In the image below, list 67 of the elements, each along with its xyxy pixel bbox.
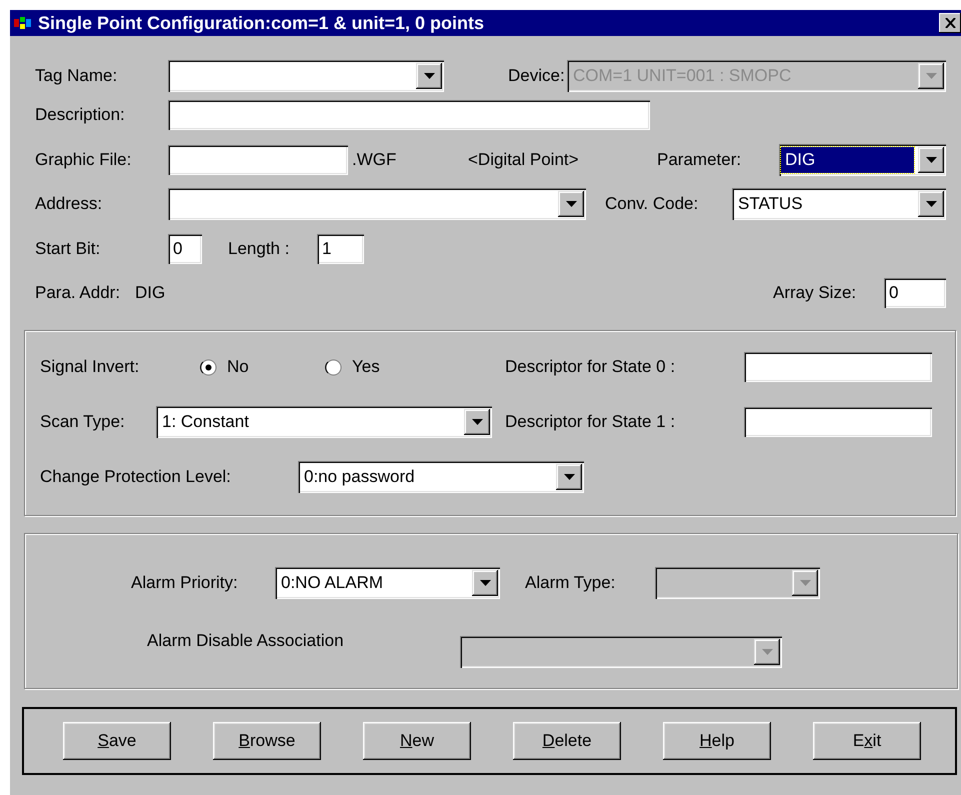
field-label: Change Protection Level: — [40, 467, 232, 487]
field-label: Address: — [35, 194, 104, 214]
field-label: Para. Addr: — [35, 283, 122, 303]
field-label: Alarm Type: — [525, 573, 616, 593]
dropdown[interactable] — [168, 188, 586, 220]
caret-icon — [762, 649, 772, 655]
action-button[interactable]: Help — [663, 722, 771, 760]
field-label: Signal Invert: — [40, 357, 140, 377]
text-field[interactable] — [168, 145, 348, 175]
dropdown-button[interactable] — [416, 63, 442, 89]
text-field[interactable] — [744, 352, 932, 382]
field-label: Scan Type: — [40, 412, 126, 432]
dropdown-button[interactable] — [556, 464, 582, 490]
caret-icon — [480, 580, 490, 586]
dropdown-button[interactable] — [464, 409, 490, 435]
field-label: Descriptor for State 0 : — [505, 357, 676, 377]
dropdown-button[interactable] — [918, 147, 944, 173]
field-label: Description: — [35, 105, 126, 125]
app-icon — [14, 16, 32, 30]
caret-icon — [800, 580, 810, 586]
window-title: Single Point Configuration:com=1 & unit=1, 0 points — [38, 12, 486, 34]
dropdown-button[interactable] — [918, 191, 944, 217]
caret-icon — [566, 201, 576, 207]
caret-icon — [472, 419, 482, 425]
action-button[interactable]: Save — [63, 722, 171, 760]
text-field[interactable] — [168, 100, 650, 130]
radio-option[interactable]: Yes — [325, 357, 505, 377]
dropdown[interactable]: DIG — [779, 144, 946, 176]
dropdown[interactable]: 1: Constant — [156, 406, 492, 438]
parameter-address: DIG — [135, 283, 166, 303]
caret-icon — [564, 474, 574, 480]
caret-icon — [424, 73, 434, 79]
text-field[interactable] — [744, 407, 932, 437]
field-label: Alarm Disable Association — [147, 631, 345, 651]
dropdown-button[interactable] — [558, 191, 584, 217]
field-label: Start Bit: — [35, 239, 102, 259]
radio-option[interactable]: No — [200, 357, 325, 377]
field-label: Graphic File: — [35, 150, 132, 170]
field-label: Conv. Code: — [605, 194, 700, 214]
field-label: Tag Name: — [35, 66, 118, 86]
text-field[interactable]: 0 — [168, 234, 202, 264]
text-field[interactable]: 0 — [884, 278, 946, 308]
caret-icon — [926, 201, 936, 207]
field-label: Alarm Priority: — [131, 573, 239, 593]
dropdown[interactable] — [168, 60, 444, 92]
field-label: Parameter: — [657, 150, 742, 170]
field-label: Device: — [508, 66, 566, 86]
caret-icon — [926, 157, 936, 163]
field-label: .WGF — [352, 150, 398, 170]
action-button[interactable]: Exit — [813, 722, 921, 760]
field-label: Descriptor for State 1 : — [505, 412, 676, 432]
dropdown[interactable]: 0:no password — [298, 461, 584, 493]
action-button[interactable]: Delete — [513, 722, 621, 760]
text-field[interactable]: 1 — [317, 234, 364, 264]
field-label: Length : — [228, 239, 290, 259]
action-button[interactable]: New — [363, 722, 471, 760]
close-icon — [944, 18, 956, 28]
dropdown[interactable]: 0:NO ALARM — [275, 567, 500, 599]
radio-button-icon[interactable] — [200, 358, 217, 376]
field-label: <Digital Point> — [468, 150, 580, 170]
action-button[interactable]: Browse — [213, 722, 321, 760]
dropdown-button[interactable] — [472, 570, 498, 596]
dropdown[interactable]: STATUS — [732, 188, 946, 220]
close-button[interactable] — [939, 13, 961, 33]
caret-icon — [926, 73, 936, 79]
radio-button-icon[interactable] — [325, 358, 342, 376]
field-label: Array Size: — [773, 283, 858, 303]
